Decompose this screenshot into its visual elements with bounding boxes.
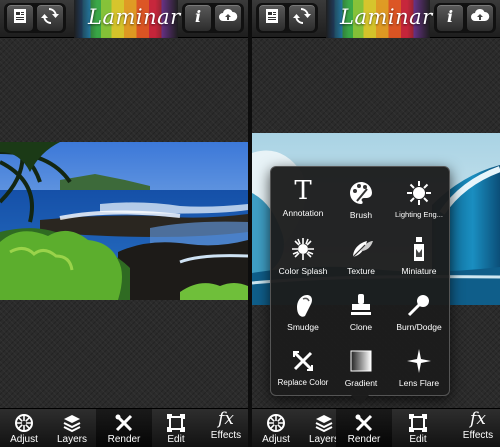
sun-icon xyxy=(389,179,449,207)
tool-texture-label: Texture xyxy=(347,266,375,276)
tool-brush[interactable]: Brush xyxy=(331,177,391,233)
cloud-upload-icon xyxy=(218,8,238,29)
refresh-icon xyxy=(293,7,311,30)
flare-icon xyxy=(389,347,449,375)
text-icon: T xyxy=(294,176,312,206)
bottom-tab-bar: Adjust Layers Render Edit fx Effects xyxy=(0,408,248,447)
tab-edit[interactable]: Edit xyxy=(394,409,442,447)
refresh-button[interactable] xyxy=(288,4,316,32)
cloud-upload-icon xyxy=(470,8,490,29)
tool-lens-flare[interactable]: Lens Flare xyxy=(389,345,449,401)
tool-annotation[interactable]: T Annotation xyxy=(273,177,333,233)
render-menu-popup: T Annotation Brush Lighting Eng... Color… xyxy=(270,166,450,405)
tab-adjust[interactable]: Adjust xyxy=(0,409,48,447)
tool-lighting-engine-label: Lighting Eng... xyxy=(395,210,443,219)
swap-icon xyxy=(273,347,333,375)
notes-icon xyxy=(264,8,280,29)
tab-effects-label: Effects xyxy=(210,430,242,441)
leaves-icon xyxy=(331,235,391,263)
tool-annotation-label: Annotation xyxy=(282,208,324,218)
stamp-icon xyxy=(331,291,391,319)
refresh-button[interactable] xyxy=(36,4,64,32)
gradient-icon xyxy=(331,347,391,375)
tool-lens-flare-label: Lens Flare xyxy=(398,378,440,388)
crop-icon xyxy=(152,413,200,433)
tools-icon xyxy=(336,413,392,433)
tab-adjust[interactable]: Adjust xyxy=(252,409,300,447)
layers-icon xyxy=(48,413,96,433)
tab-render-label: Render xyxy=(347,434,381,445)
tool-miniature[interactable]: Miniature xyxy=(389,233,449,289)
tool-replace-color-label: Replace Color xyxy=(277,378,329,387)
tab-effects-label: Effects xyxy=(462,430,494,441)
notes-button[interactable] xyxy=(6,4,34,32)
tab-edit-label: Edit xyxy=(409,434,427,445)
tab-effects[interactable]: fx Effects xyxy=(456,409,500,447)
cloud-button[interactable] xyxy=(466,4,494,32)
notes-icon xyxy=(12,8,28,29)
tab-edit[interactable]: Edit xyxy=(152,409,200,447)
tab-adjust-label: Adjust xyxy=(10,434,38,445)
tool-clone-label: Clone xyxy=(349,322,373,332)
top-toolbar: Laminar i xyxy=(252,0,500,38)
info-icon: i xyxy=(443,7,457,29)
tab-edit-label: Edit xyxy=(167,434,185,445)
tool-smudge-label: Smudge xyxy=(287,322,319,332)
tool-clone[interactable]: Clone xyxy=(331,289,391,345)
dodge-icon xyxy=(389,291,449,319)
splash-icon xyxy=(273,235,333,263)
tool-texture[interactable]: Texture xyxy=(331,233,391,289)
bottle-icon xyxy=(389,235,449,263)
tool-color-splash[interactable]: Color Splash xyxy=(273,233,333,289)
tab-layers[interactable]: Layers xyxy=(48,409,96,447)
tool-smudge[interactable]: Smudge xyxy=(273,289,333,345)
tool-gradient-label: Gradient xyxy=(344,378,378,388)
svg-text:i: i xyxy=(447,8,453,24)
app-logo: Laminar xyxy=(88,5,181,29)
refresh-icon xyxy=(41,7,59,30)
tab-render[interactable]: Render xyxy=(96,409,152,447)
aperture-icon xyxy=(0,413,48,433)
tab-effects[interactable]: fx Effects xyxy=(204,409,248,447)
top-toolbar: Laminar i xyxy=(0,0,248,38)
left-screen: Laminar i Adjust Layers Render Edit fx E… xyxy=(0,0,248,447)
tool-color-splash-label: Color Splash xyxy=(278,266,328,276)
crop-icon xyxy=(394,413,442,433)
tool-burn-dodge[interactable]: Burn/Dodge xyxy=(389,289,449,345)
bottom-tab-bar: Adjust Layers Render Edit fx Effects xyxy=(252,408,500,447)
finger-icon xyxy=(273,291,333,319)
app-logo: Laminar xyxy=(340,5,433,29)
cloud-button[interactable] xyxy=(214,4,242,32)
fx-icon: fx xyxy=(470,409,486,429)
tool-replace-color[interactable]: Replace Color xyxy=(273,345,333,401)
tool-brush-label: Brush xyxy=(349,210,373,220)
info-button[interactable]: i xyxy=(184,4,212,32)
tool-gradient[interactable]: Gradient xyxy=(331,345,391,401)
info-button[interactable]: i xyxy=(436,4,464,32)
fx-icon: fx xyxy=(218,409,234,429)
tool-burn-dodge-label: Burn/Dodge xyxy=(396,322,442,332)
right-screen: Laminar i T Annotation Brush Lighting En… xyxy=(252,0,500,447)
tab-layers-label: Layers xyxy=(56,434,87,445)
coastal-photo xyxy=(0,142,248,300)
palette-icon xyxy=(331,179,391,207)
tab-render-label: Render xyxy=(107,434,141,445)
notes-button[interactable] xyxy=(258,4,286,32)
tab-render[interactable]: Render xyxy=(336,409,392,447)
tab-adjust-label: Adjust xyxy=(262,434,290,445)
svg-text:i: i xyxy=(195,8,201,24)
tool-lighting-engine[interactable]: Lighting Eng... xyxy=(389,177,449,233)
info-icon: i xyxy=(191,7,205,29)
tools-icon xyxy=(96,413,152,433)
tool-miniature-label: Miniature xyxy=(401,266,437,276)
aperture-icon xyxy=(252,413,300,433)
